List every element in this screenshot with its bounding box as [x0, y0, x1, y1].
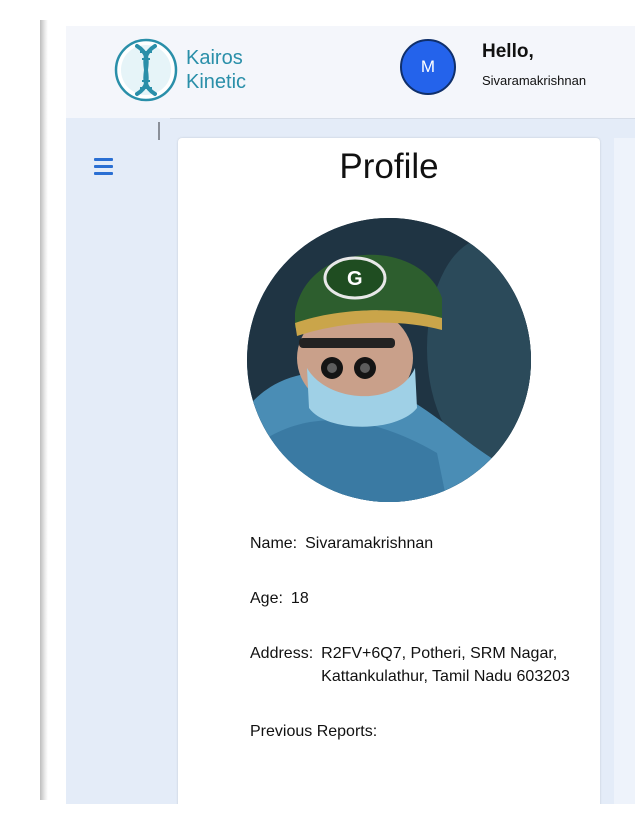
sidebar — [66, 118, 170, 804]
name-row: Name: Sivaramakrishnan — [250, 532, 590, 555]
previous-reports-label: Previous Reports: — [250, 723, 378, 740]
brand-line-2: Kinetic — [186, 71, 247, 93]
address-value: R2FV+6Q7, Potheri, SRM Nagar, Kattankula… — [321, 645, 570, 685]
previous-reports-row: Previous Reports: — [250, 720, 590, 743]
address-row: Address: R2FV+6Q7, Potheri, SRM Nagar, K… — [250, 642, 590, 688]
dna-logo-icon[interactable] — [114, 38, 178, 102]
profile-card: Profile G Name: Sivaramakrishnan Age: 18… — [178, 138, 600, 804]
brand-line-1: Kairos — [186, 47, 243, 69]
age-value: 18 — [290, 590, 309, 607]
brand-name: Kairos Kinetic — [186, 46, 246, 94]
name-value: Sivaramakrishnan — [305, 535, 434, 552]
user-avatar[interactable]: M — [400, 39, 456, 95]
top-header: Kairos Kinetic M Hello, Sivaramakrishnan — [66, 26, 635, 119]
greeting-text: Hello, — [482, 41, 534, 62]
hamburger-menu-icon[interactable] — [94, 158, 118, 178]
app-window: Kairos Kinetic M Hello, Sivaramakrishnan… — [66, 26, 635, 804]
profile-photo: G — [247, 218, 531, 502]
svg-text:G: G — [347, 268, 363, 290]
name-label: Name: — [250, 535, 298, 552]
window-shadow — [40, 20, 48, 800]
user-name-text: Sivaramakrishnan — [482, 73, 587, 88]
age-label: Age: — [250, 590, 283, 607]
address-label: Address: — [250, 645, 314, 662]
right-gutter — [614, 138, 635, 804]
profile-details: Name: Sivaramakrishnan Age: 18 Address: … — [250, 532, 590, 775]
age-row: Age: 18 — [250, 587, 590, 610]
page-title: Profile — [339, 147, 439, 186]
sidebar-divider — [158, 122, 160, 140]
